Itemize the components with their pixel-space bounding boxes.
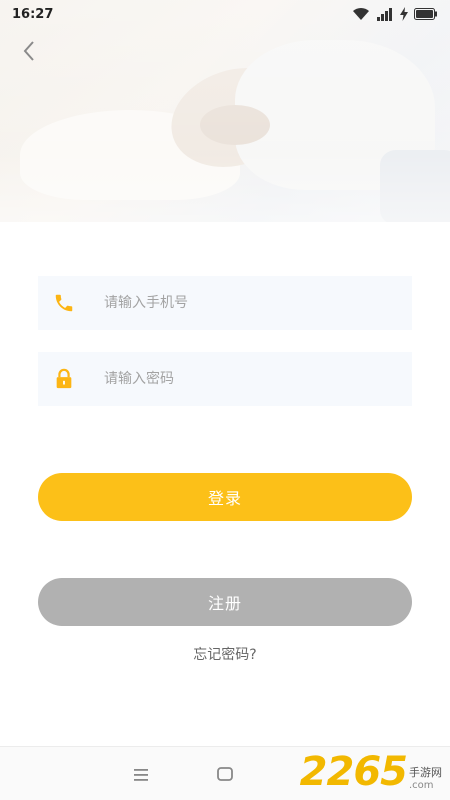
register-button-label: 注册 — [207, 594, 242, 613]
battery-icon — [414, 8, 438, 20]
header-image — [0, 0, 450, 222]
status-icons — [352, 7, 438, 21]
watermark-number: 2265 — [299, 749, 408, 795]
back-button[interactable] — [14, 38, 44, 68]
phone-icon — [52, 291, 76, 315]
forgot-password-link[interactable]: 忘记密码? — [0, 644, 450, 664]
phone-input[interactable] — [102, 294, 386, 312]
watermark-suffix: .com — [409, 779, 434, 791]
home-icon[interactable] — [216, 766, 234, 782]
menu-icon[interactable] — [132, 767, 150, 781]
password-field[interactable] — [38, 352, 412, 406]
signal-icon — [376, 7, 394, 21]
login-button[interactable]: 登录 — [38, 473, 412, 521]
site-watermark: 2265 手游网 .com — [300, 749, 442, 795]
lock-icon — [52, 367, 76, 391]
phone-field[interactable] — [38, 276, 412, 330]
chevron-left-icon — [22, 40, 36, 66]
login-screen: 16:27 请输入手机号 登录 注册 忘记密码? 2265 手游网 .com — [0, 0, 450, 800]
wifi-icon — [352, 7, 370, 21]
watermark-site: 手游网 — [409, 765, 442, 779]
navigation-bar: 2265 手游网 .com — [0, 746, 450, 800]
status-bar: 16:27 — [0, 0, 450, 28]
charging-icon — [400, 7, 408, 21]
login-button-label: 登录 — [207, 489, 242, 508]
register-button[interactable]: 注册 — [38, 578, 412, 626]
password-input[interactable] — [102, 370, 386, 388]
status-time: 16:27 — [12, 6, 54, 22]
